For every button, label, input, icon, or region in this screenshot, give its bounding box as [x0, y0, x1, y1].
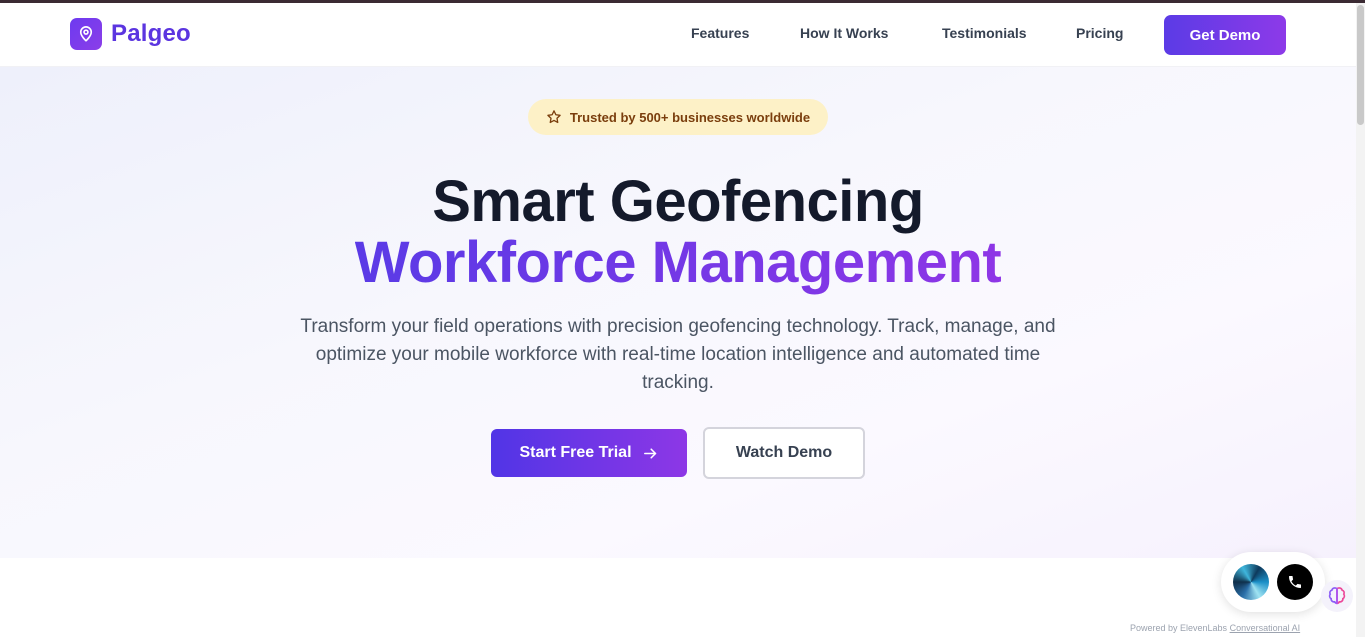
powered-by-footer: Powered by ElevenLabs Conversational AI	[1130, 623, 1300, 633]
voice-assistant-widget	[1221, 552, 1325, 612]
get-demo-button[interactable]: Get Demo	[1164, 15, 1286, 55]
nav-link-features[interactable]: Features	[691, 25, 749, 41]
brand-logo[interactable]: Palgeo	[70, 18, 191, 50]
map-pin-icon	[70, 18, 102, 50]
navbar: Palgeo Features How It Works Testimonial…	[0, 3, 1356, 67]
powered-by-text: Powered by ElevenLabs	[1130, 623, 1228, 633]
nav-link-pricing[interactable]: Pricing	[1076, 25, 1123, 41]
call-button[interactable]	[1277, 564, 1313, 600]
arrow-right-icon	[643, 447, 656, 459]
trust-badge: Trusted by 500+ businesses worldwide	[528, 99, 828, 135]
scrollbar-thumb[interactable]	[1357, 5, 1364, 125]
brand-name: Palgeo	[111, 20, 191, 47]
start-free-trial-label: Start Free Trial	[519, 444, 632, 461]
nav-link-how-it-works[interactable]: How It Works	[800, 25, 888, 41]
hero-title-line1: Smart Geofencing	[432, 169, 924, 234]
assistant-orb-avatar[interactable]	[1233, 564, 1269, 600]
brain-icon[interactable]	[1321, 580, 1353, 612]
trust-badge-text: Trusted by 500+ businesses worldwide	[569, 109, 811, 125]
hero-subtitle: Transform your field operations with pre…	[300, 316, 1056, 393]
watch-demo-button[interactable]: Watch Demo	[703, 427, 865, 479]
start-free-trial-button[interactable]: Start Free Trial	[491, 429, 687, 477]
hero-title-line2: Workforce Management	[0, 229, 1356, 296]
nav-link-testimonials[interactable]: Testimonials	[942, 25, 1027, 41]
phone-icon	[1289, 576, 1301, 588]
hero-title-highlight: Workforce Management	[354, 230, 1002, 295]
star-icon	[547, 110, 561, 124]
conversational-ai-link[interactable]: Conversational AI	[1230, 623, 1301, 633]
